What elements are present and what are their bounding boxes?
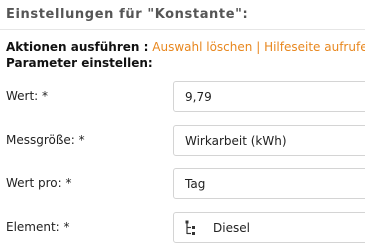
value-per-label: Wert pro: * xyxy=(6,176,72,190)
help-page-link[interactable]: Hilfeseite aufrufen xyxy=(264,40,365,54)
element-picker[interactable]: Diesel xyxy=(173,212,365,243)
measure-select[interactable]: Wirkarbeit (kWh) xyxy=(173,125,365,156)
tree-structure-icon xyxy=(185,220,195,235)
value-input[interactable]: 9,79 xyxy=(173,81,365,112)
section-title: Einstellungen für "Konstante": xyxy=(6,7,249,22)
clear-selection-link[interactable]: Auswahl löschen xyxy=(152,40,252,54)
value-label: Wert: * xyxy=(6,89,49,103)
actions-separator: | xyxy=(256,40,261,54)
element-picker-text: Diesel xyxy=(213,220,250,235)
actions-bar: Aktionen ausführen : Auswahl löschen | H… xyxy=(6,40,365,54)
title-divider xyxy=(0,29,365,30)
measure-select-text: Wirkarbeit (kWh) xyxy=(185,133,287,148)
value-per-select[interactable]: Tag xyxy=(173,168,365,199)
parameters-heading: Parameter einstellen: xyxy=(6,56,153,70)
value-input-text: 9,79 xyxy=(185,89,212,104)
measure-label: Messgröße: * xyxy=(6,133,85,147)
actions-label: Aktionen ausführen : xyxy=(6,40,149,54)
value-per-select-text: Tag xyxy=(185,176,206,191)
element-label: Element: * xyxy=(6,220,70,234)
